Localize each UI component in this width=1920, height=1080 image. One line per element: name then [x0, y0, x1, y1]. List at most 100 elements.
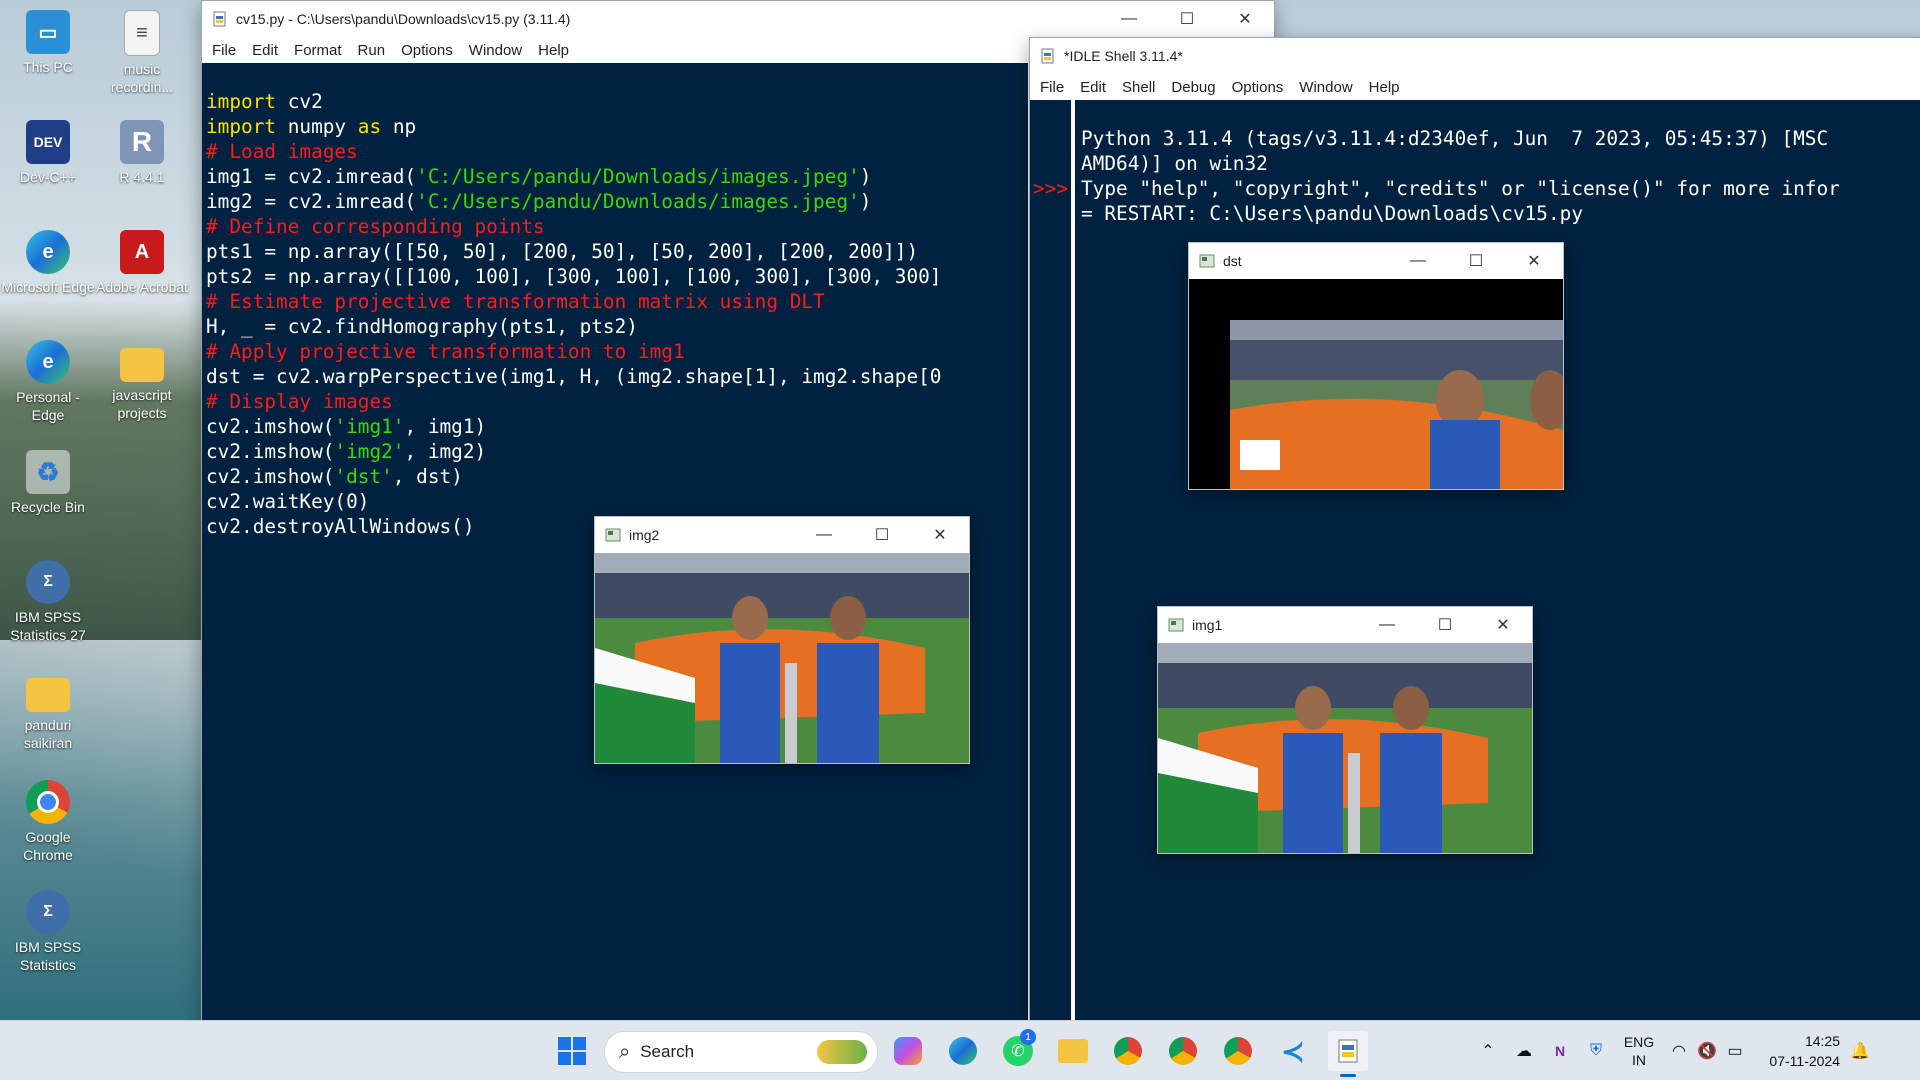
desktop-icon-music-recording[interactable]: ≡ music recordin... [94, 4, 190, 100]
close-button[interactable]: ✕ [1505, 243, 1563, 279]
taskbar-whatsapp[interactable]: ✆ 1 [998, 1029, 1038, 1071]
language-indicator[interactable]: ENG IN [1614, 1033, 1664, 1069]
monitor-icon: ▭ [26, 10, 70, 54]
editor-title: cv15.py - C:\Users\pandu\Downloads\cv15.… [236, 11, 571, 27]
desktop-icon-spss[interactable]: Σ IBM SPSS Statistics [0, 884, 96, 980]
code-line: H, _ = cv2.findHomography(pts1, pts2) [206, 315, 638, 338]
battery-icon[interactable]: ▭ [1720, 1041, 1750, 1061]
menu-edit[interactable]: Edit [1080, 79, 1106, 96]
dst-window[interactable]: dst — ☐ ✕ [1188, 242, 1564, 490]
edge-icon [949, 1037, 977, 1065]
taskbar-file-explorer[interactable] [1053, 1031, 1093, 1071]
desktop-icon-this-pc[interactable]: ▭ This PC [0, 4, 96, 100]
close-button[interactable]: ✕ [1474, 607, 1532, 643]
maximize-button[interactable]: ☐ [1416, 607, 1474, 643]
taskbar-edge[interactable] [943, 1031, 983, 1071]
maximize-button[interactable]: ☐ [853, 517, 911, 553]
chevron-up-icon[interactable]: ⌃ [1470, 1041, 1506, 1061]
speaker-muted-icon[interactable]: 🔇 [1694, 1041, 1720, 1061]
minimize-button[interactable]: — [1358, 607, 1416, 643]
lang-line1: ENG [1623, 1034, 1655, 1050]
shell-title: *IDLE Shell 3.11.4* [1064, 48, 1183, 64]
dst-titlebar[interactable]: dst — ☐ ✕ [1189, 243, 1563, 279]
window-icon [1199, 253, 1215, 269]
search-icon: ⌕ [619, 1040, 631, 1063]
menu-help[interactable]: Help [538, 42, 569, 59]
desktop-icon-personal-edge[interactable]: e Personal - Edge [0, 334, 96, 430]
search-highlight-icon [817, 1040, 867, 1064]
python-icon [1338, 1039, 1358, 1063]
taskbar: ⌕ Search ✆ 1 ≺ ⌃ ☁ N ⛨ ENG IN ◠ 🔇 ▭ 14:2… [0, 1020, 1920, 1080]
chrome-icon [1224, 1037, 1252, 1065]
desktop-icon-chrome[interactable]: Google Chrome [0, 774, 96, 870]
folder-icon [120, 348, 164, 382]
code-line: img2 = cv2.imread('C:/Users/pandu/Downlo… [206, 190, 872, 213]
shell-output-area[interactable]: Python 3.11.4 (tags/v3.11.4:d2340ef, Jun… [1075, 100, 1920, 1020]
desktop-icon-acrobat[interactable]: A Adobe Acrobat [94, 224, 190, 320]
editor-titlebar[interactable]: cv15.py - C:\Users\pandu\Downloads\cv15.… [202, 1, 1274, 37]
code-line: cv2.imshow('img1', img1) [206, 415, 487, 438]
shell-line: Python 3.11.4 (tags/v3.11.4:d2340ef, Jun… [1081, 127, 1829, 150]
desktop-icon-spss-27[interactable]: Σ IBM SPSS Statistics 27 [0, 554, 96, 650]
clock-date: 07-11-2024 [1769, 1053, 1840, 1069]
img2-titlebar[interactable]: img2 — ☐ ✕ [595, 517, 969, 553]
menu-file[interactable]: File [1040, 79, 1064, 96]
img1-titlebar[interactable]: img1 — ☐ ✕ [1158, 607, 1532, 643]
menu-file[interactable]: File [212, 42, 236, 59]
menu-help[interactable]: Help [1369, 79, 1400, 96]
taskbar-chrome-1[interactable] [1108, 1031, 1148, 1071]
search-placeholder: Search [640, 1042, 695, 1061]
maximize-button[interactable]: ☐ [1158, 1, 1216, 37]
security-shield-icon[interactable]: ⛨ [1578, 1042, 1614, 1060]
system-tray: ⌃ ☁ N ⛨ ENG IN ◠ 🔇 ▭ 14:25 07-11-2024 🔔 [1470, 1021, 1880, 1080]
chrome-icon [26, 780, 70, 824]
taskbar-search[interactable]: ⌕ Search [604, 1031, 878, 1073]
desktop-icon-r[interactable]: R R 4.4.1 [94, 114, 190, 210]
menu-options[interactable]: Options [1232, 79, 1284, 96]
window-icon [1168, 617, 1184, 633]
minimize-button[interactable]: — [795, 517, 853, 553]
minimize-button[interactable]: — [1389, 243, 1447, 279]
desktop-icon-javascript-projects[interactable]: javascript projects [94, 334, 190, 430]
img2-window[interactable]: img2 — ☐ ✕ [594, 516, 970, 764]
chrome-icon [1169, 1037, 1197, 1065]
clock-time: 14:25 [1804, 1033, 1840, 1049]
img1-window[interactable]: img1 — ☐ ✕ [1157, 606, 1533, 854]
shell-titlebar[interactable]: *IDLE Shell 3.11.4* [1030, 38, 1920, 74]
code-line: cv2.imshow('img2', img2) [206, 440, 487, 463]
shell-prompt-gutter: >>> [1030, 100, 1073, 1020]
start-button[interactable] [552, 1031, 592, 1071]
window-icon [605, 527, 621, 543]
menu-edit[interactable]: Edit [252, 42, 278, 59]
menu-debug[interactable]: Debug [1171, 79, 1215, 96]
desktop-icon-dev-cpp[interactable]: DEV Dev-C++ [0, 114, 96, 210]
dst-image-canvas [1189, 279, 1563, 489]
menu-shell[interactable]: Shell [1122, 79, 1155, 96]
clock[interactable]: 14:25 07-11-2024 [1750, 1031, 1840, 1071]
taskbar-copilot[interactable] [888, 1031, 928, 1071]
notification-bell-icon[interactable]: 🔔 [1840, 1041, 1880, 1061]
menu-window[interactable]: Window [469, 42, 522, 59]
taskbar-chrome-2[interactable] [1163, 1031, 1203, 1071]
desktop-icon-edge[interactable]: e Microsoft Edge [0, 224, 96, 320]
desktop-icon-recycle-bin[interactable]: ♻ Recycle Bin [0, 444, 96, 540]
desktop-icon-panduri-saikiran[interactable]: panduri saikiran [0, 664, 96, 760]
taskbar-python-idle[interactable] [1328, 1031, 1368, 1077]
onenote-icon[interactable]: N [1542, 1043, 1578, 1059]
recycle-bin-icon: ♻ [26, 450, 70, 494]
close-button[interactable]: ✕ [1216, 1, 1274, 37]
dst-warped-image [1230, 320, 1563, 489]
menu-options[interactable]: Options [401, 42, 453, 59]
devcpp-icon: DEV [26, 120, 70, 164]
menu-run[interactable]: Run [358, 42, 386, 59]
minimize-button[interactable]: — [1100, 1, 1158, 37]
onedrive-icon[interactable]: ☁ [1506, 1041, 1542, 1061]
menu-format[interactable]: Format [294, 42, 342, 59]
taskbar-vscode[interactable]: ≺ [1273, 1031, 1313, 1071]
wifi-icon[interactable]: ◠ [1664, 1041, 1694, 1061]
taskbar-chrome-3[interactable] [1218, 1031, 1258, 1071]
close-button[interactable]: ✕ [911, 517, 969, 553]
maximize-button[interactable]: ☐ [1447, 243, 1505, 279]
menu-window[interactable]: Window [1299, 79, 1352, 96]
code-line: dst = cv2.warpPerspective(img1, H, (img2… [206, 365, 942, 388]
